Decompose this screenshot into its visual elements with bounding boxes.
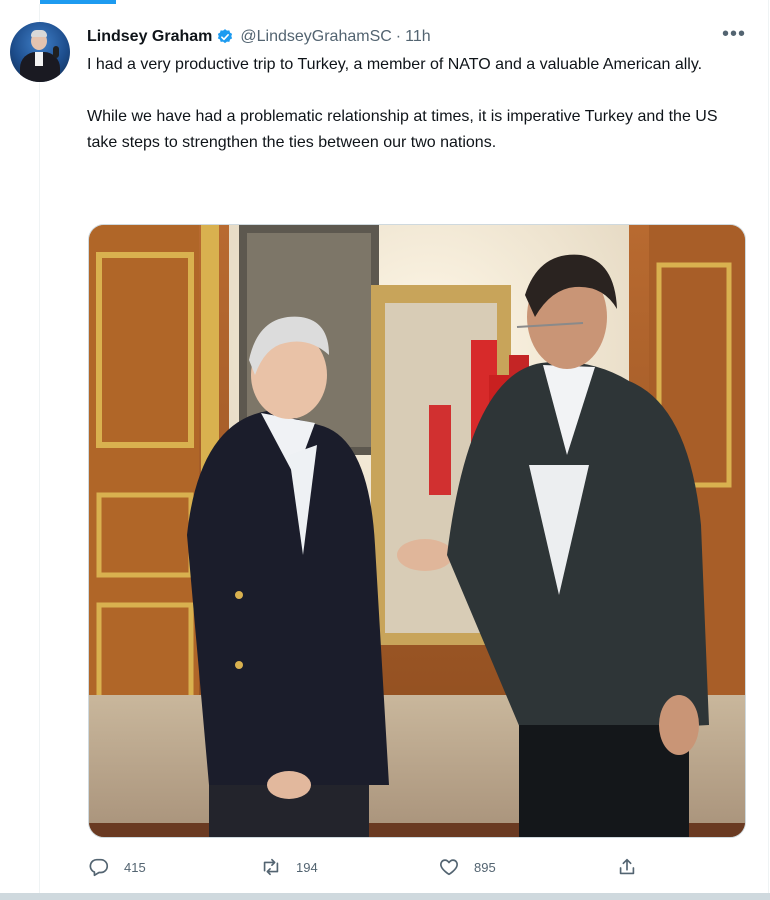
like-button[interactable]: 895 [438, 852, 496, 882]
reply-button[interactable]: 415 [88, 852, 146, 882]
tweet-photo[interactable] [88, 224, 746, 838]
tweet-header: Lindsey Graham @LindseyGrahamSC · 11h [87, 26, 431, 48]
tweet-text: I had a very productive trip to Turkey, … [87, 52, 727, 156]
timestamp[interactable]: 11h [405, 28, 431, 46]
retweet-icon [263, 858, 279, 876]
retweet-button[interactable]: 194 [260, 852, 318, 882]
author-handle[interactable]: @LindseyGrahamSC [240, 28, 391, 46]
tweet-paragraph: I had a very productive trip to Turkey, … [87, 56, 703, 73]
more-options-icon[interactable]: ••• [722, 23, 746, 45]
heart-icon [440, 859, 458, 876]
separator-dot: · [395, 28, 402, 45]
share-icon [619, 858, 635, 875]
retweet-count: 194 [296, 859, 318, 875]
author-name[interactable]: Lindsey Graham [87, 28, 212, 46]
verified-badge-icon [218, 29, 233, 44]
page-bottom-bar [0, 893, 770, 900]
share-button[interactable] [616, 852, 638, 882]
tweet-actions: 415 194 895 [88, 852, 648, 882]
thread-divider [39, 4, 40, 900]
photo-illustration [89, 225, 745, 837]
timeline-border [768, 0, 769, 900]
avatar[interactable] [10, 22, 70, 82]
like-count: 895 [474, 859, 496, 875]
tweet-paragraph: While we have had a problematic relation… [87, 108, 718, 151]
reply-icon [89, 858, 109, 877]
tab-accent-bar [40, 0, 116, 4]
reply-count: 415 [124, 859, 146, 875]
